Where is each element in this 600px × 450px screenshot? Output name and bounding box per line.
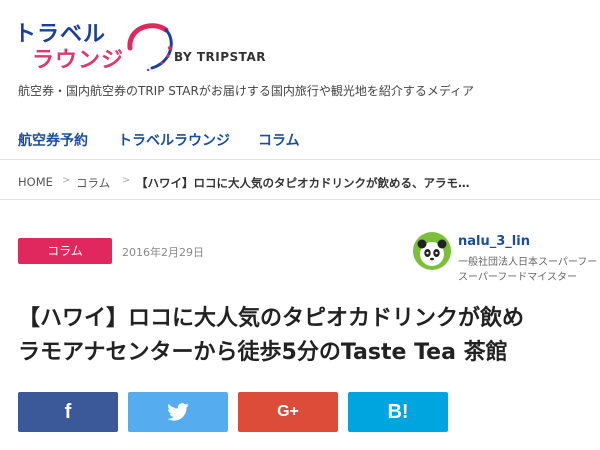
facebook-share-button[interactable]: f — [18, 392, 118, 432]
breadcrumb-home[interactable]: HOME — [18, 175, 53, 189]
post-date: 2016年2月29日 — [122, 246, 204, 259]
article-title: 【ハワイ】ロコに大人気のタピオカドリンクが飲め ラモアナセンターから徒歩5分のT… — [18, 302, 600, 374]
panda-icon — [417, 239, 447, 266]
author-description: 一般社団法人日本スーパーフー — [458, 257, 598, 268]
google-plus-share-button[interactable]: G+ — [238, 392, 338, 432]
twitter-icon — [167, 403, 189, 421]
logo-swirl-icon — [127, 23, 173, 72]
hatena-bookmark-share-button[interactable]: B! — [348, 392, 448, 432]
google-plus-icon: G+ — [277, 403, 299, 420]
breadcrumb-separator: > — [62, 175, 71, 186]
site-tagline: 航空券・国内航空券のTRIP STARがお届けする国内旅行や観光地を紹介するメデ… — [18, 84, 474, 98]
article-title-line1: 【ハワイ】ロコに大人気のタピオカドリンクが飲め — [18, 306, 525, 331]
site-header: トラベル ラウンジ BY TRIPSTAR 航空券・国内航空券のTRIP STA… — [0, 0, 600, 110]
main-nav: 航空券予約 トラベルラウンジ コラム — [0, 116, 600, 160]
nav-item-column[interactable]: コラム — [258, 130, 300, 150]
breadcrumb: HOME > コラム > 【ハワイ】ロコに大人気のタピオカドリンクが飲める、アラ… — [0, 162, 600, 200]
breadcrumb-current: 【ハワイ】ロコに大人気のタピオカドリンクが飲める、アラモ… — [136, 176, 470, 190]
twitter-share-button[interactable] — [128, 392, 228, 432]
article-title-line2: ラモアナセンターから徒歩5分のTaste Tea 茶館 — [18, 340, 508, 365]
author-name[interactable]: nalu_3_lin — [458, 234, 530, 249]
site-logo[interactable]: トラベル ラウンジ — [14, 16, 174, 76]
hatena-bookmark-icon: B! — [387, 401, 409, 423]
nav-item-travel-lounge[interactable]: トラベルラウンジ — [118, 130, 230, 150]
breadcrumb-separator: > — [122, 175, 131, 186]
author-description: スーパーフードマイスター — [458, 272, 577, 283]
logo-byline: BY TRIPSTAR — [174, 50, 266, 64]
nav-item-flight-booking[interactable]: 航空券予約 — [18, 130, 88, 150]
logo-text-lounge: ラウンジ — [32, 48, 125, 73]
facebook-icon: f — [64, 401, 72, 423]
breadcrumb-column[interactable]: コラム — [76, 175, 110, 191]
author-avatar[interactable] — [413, 232, 451, 270]
category-badge[interactable]: コラム — [18, 238, 112, 264]
